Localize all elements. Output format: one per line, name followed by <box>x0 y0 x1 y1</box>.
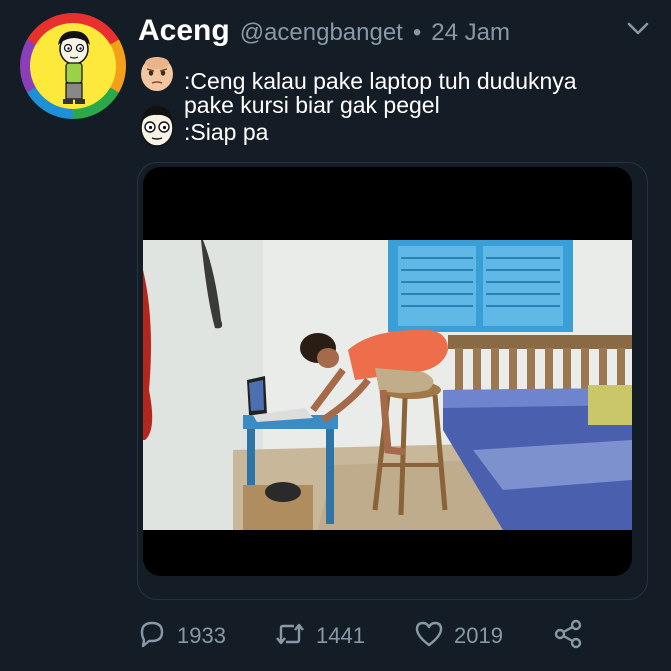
tweet-time[interactable]: 24 Jam <box>431 19 510 47</box>
like-button[interactable]: 2019 <box>414 616 503 656</box>
retweet-icon <box>274 620 306 653</box>
tweet-text-line-1: :Ceng kalau pake laptop tuh duduknya <box>184 68 577 94</box>
retweet-button[interactable]: 1441 <box>274 616 365 656</box>
share-icon <box>552 619 584 654</box>
share-button[interactable] <box>552 616 584 656</box>
aceng-face-icon <box>138 104 176 153</box>
reply-button[interactable]: 1933 <box>137 616 226 656</box>
tweet-media-image[interactable] <box>143 167 632 576</box>
author-name[interactable]: Aceng <box>138 14 230 48</box>
header-separator: • <box>412 19 422 46</box>
tweet-actions: 1933 1441 2019 <box>137 616 597 656</box>
like-count: 2019 <box>454 623 503 648</box>
author-avatar[interactable] <box>20 13 126 119</box>
aceng-avatar-icon <box>30 23 116 109</box>
boss-baby-face-icon <box>138 54 176 99</box>
author-handle[interactable]: @acengbanget <box>240 19 403 47</box>
reply-count: 1933 <box>177 623 226 648</box>
reply-icon <box>137 620 167 653</box>
tweet-text-line-3: :Siap pa <box>184 119 269 145</box>
heart-icon <box>414 620 444 653</box>
retweet-count: 1441 <box>316 623 365 648</box>
tweet-text-line-2: pake kursi biar gak pegel <box>184 92 440 118</box>
tweet-header: Aceng @acengbanget • 24 Jam <box>138 14 510 54</box>
chevron-down-icon[interactable] <box>627 22 649 41</box>
